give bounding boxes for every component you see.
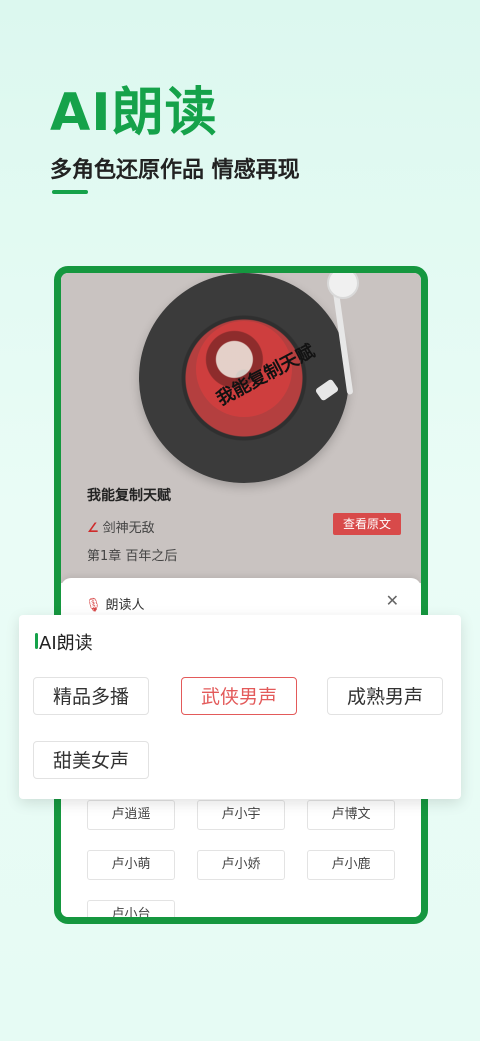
microphone-icon: 🎙 bbox=[85, 598, 102, 613]
author-name: 剑神无敌 bbox=[102, 521, 155, 536]
voice-chip[interactable]: 卢博文 bbox=[307, 800, 395, 830]
voice-option-selected[interactable]: 武侠男声 bbox=[181, 677, 297, 715]
author-row: ∠ 剑神无敌 bbox=[87, 517, 155, 536]
book-title: 我能复制天赋 bbox=[87, 488, 171, 504]
page-headline: AI朗读 bbox=[50, 83, 218, 143]
tonearm-knob bbox=[327, 273, 359, 299]
author-icon: ∠ bbox=[87, 521, 99, 536]
close-icon[interactable]: ✕ bbox=[386, 591, 399, 610]
voice-chip[interactable]: 卢小萌 bbox=[87, 850, 175, 880]
voice-option[interactable]: 成熟男声 bbox=[327, 677, 443, 715]
ai-reading-popup: AI朗读 精品多播 武侠男声 成熟男声 甜美女声 bbox=[19, 615, 461, 799]
voice-chip[interactable]: 卢小娇 bbox=[197, 850, 285, 880]
chapter-label: 第1章 百年之后 bbox=[87, 549, 178, 564]
voice-option[interactable]: 精品多播 bbox=[33, 677, 149, 715]
voice-chip[interactable]: 卢逍遥 bbox=[87, 800, 175, 830]
view-original-button[interactable]: 查看原文 bbox=[333, 513, 401, 535]
reader-title: 朗读人 bbox=[105, 598, 145, 613]
popup-title: AI朗读 bbox=[39, 633, 93, 654]
now-playing-area: 我能复制天赋 我能复制天赋 ∠ 剑神无敌 查看原文 第1章 百年之后 bbox=[61, 273, 421, 583]
voice-chip[interactable]: 卢小台 bbox=[87, 900, 175, 917]
voice-chip[interactable]: 卢小鹿 bbox=[307, 850, 395, 880]
reader-header: 🎙 朗读人 bbox=[85, 594, 145, 613]
phone-frame: 我能复制天赋 我能复制天赋 ∠ 剑神无敌 查看原文 第1章 百年之后 🎙 朗读人 ✕… bbox=[54, 266, 428, 924]
popup-accent-bar bbox=[35, 633, 38, 649]
title-underline bbox=[52, 190, 88, 194]
voice-option[interactable]: 甜美女声 bbox=[33, 741, 149, 779]
page-subtitle: 多角色还原作品 情感再现 bbox=[50, 158, 300, 183]
voice-chip[interactable]: 卢小宇 bbox=[197, 800, 285, 830]
